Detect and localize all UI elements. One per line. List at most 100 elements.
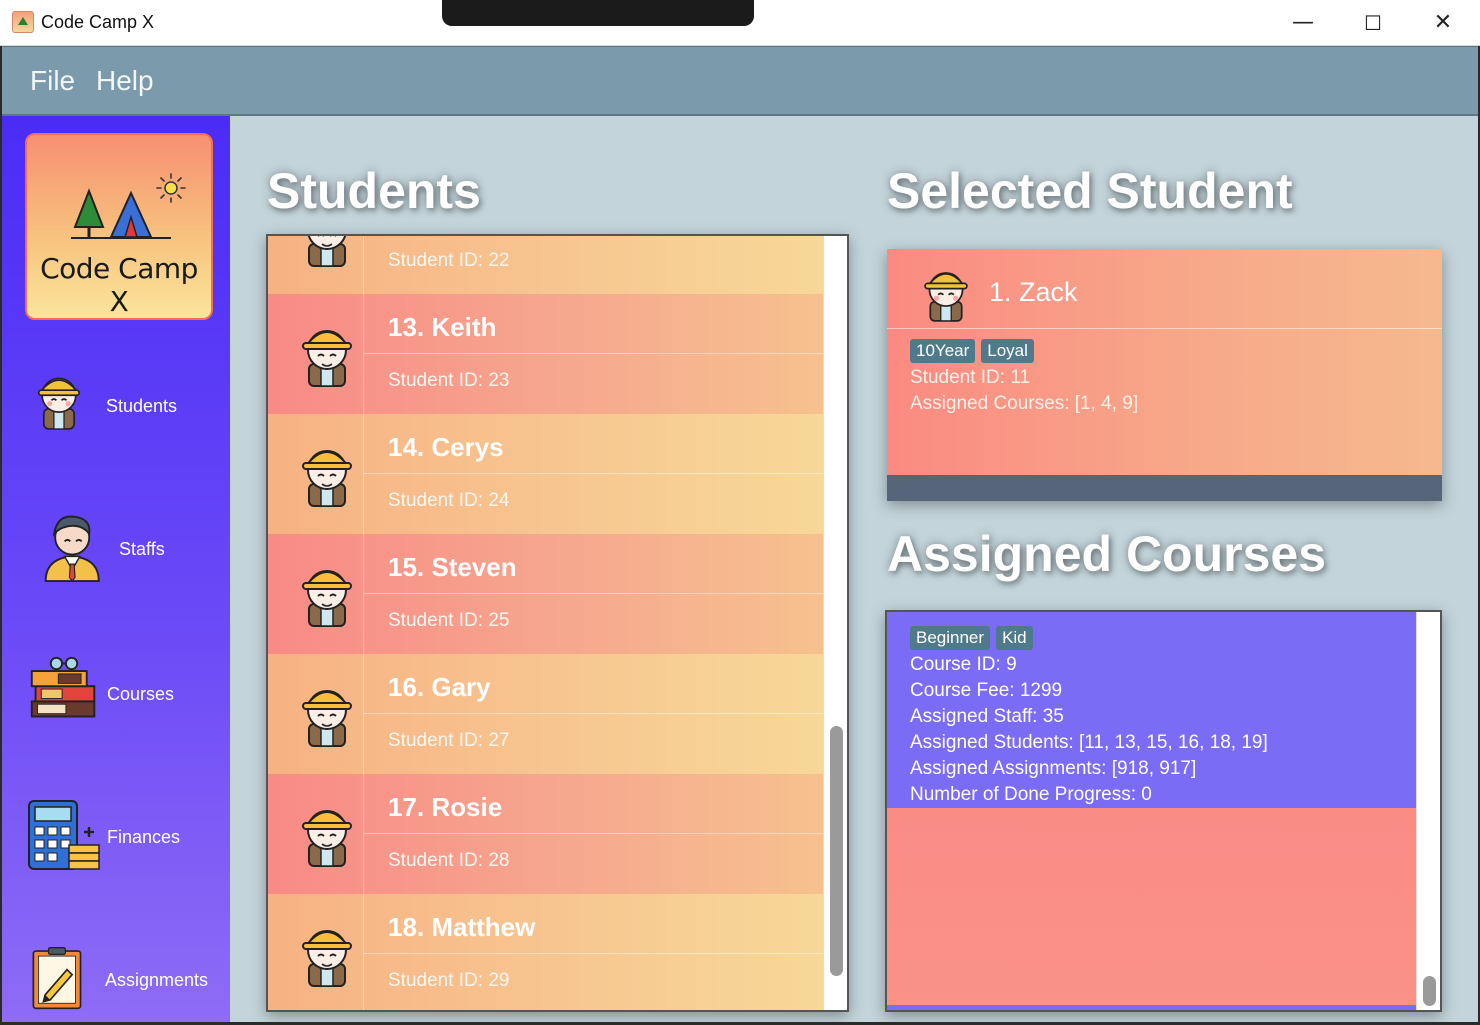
- logo-card: Code Camp X: [25, 133, 213, 320]
- close-button[interactable]: ✕: [1408, 0, 1478, 46]
- course-id: Course ID: 9: [910, 654, 1017, 675]
- student-name: 17. Rosie: [388, 792, 503, 822]
- nav-students[interactable]: Students: [2, 366, 230, 466]
- student-id: Student ID: 25: [388, 610, 510, 631]
- nav-finances[interactable]: Finances: [2, 797, 230, 897]
- student-avatar-icon: [302, 330, 352, 387]
- student-id: Student ID: 29: [388, 970, 510, 991]
- divider: [363, 654, 364, 774]
- menu-help[interactable]: Help: [96, 65, 154, 97]
- nav-staffs[interactable]: Staffs: [2, 509, 230, 609]
- selected-student-id: Student ID: 11: [910, 367, 1031, 388]
- app-icon: [12, 11, 34, 33]
- tag: Kid: [996, 626, 1033, 650]
- student-row[interactable]: 15. Steven Student ID: 25: [268, 534, 825, 654]
- student-avatar-icon: [302, 930, 352, 987]
- menu-bar: File Help: [2, 46, 1478, 116]
- student-id: Student ID: 24: [388, 490, 510, 511]
- assigned-courses-list[interactable]: Beginner Kid Course ID: 9 Course Fee: 129…: [885, 610, 1442, 1012]
- course-tags: Beginner Kid: [910, 626, 1039, 650]
- staff-icon: [44, 515, 100, 583]
- student-list[interactable]: Student ID: 22 13. Keith Student ID: 23 14.…: [266, 234, 849, 1012]
- menu-file[interactable]: File: [30, 65, 75, 97]
- divider: [364, 713, 825, 714]
- selected-student-title: Selected Student: [887, 163, 1293, 219]
- courses-scrollbar[interactable]: [1416, 612, 1440, 1010]
- student-row[interactable]: 14. Cerys Student ID: 24: [268, 414, 825, 534]
- student-list-scrollbar[interactable]: [823, 236, 847, 1010]
- student-row[interactable]: Student ID: 22: [268, 236, 825, 294]
- student-id: Student ID: 22: [388, 250, 510, 271]
- student-avatar-icon: [302, 570, 352, 627]
- student-name: 15. Steven: [388, 552, 517, 582]
- course-done-progress: Number of Done Progress: 0: [910, 784, 1152, 805]
- student-id: Student ID: 27: [388, 730, 510, 751]
- books-icon: [30, 656, 96, 718]
- student-avatar-icon: [302, 450, 352, 507]
- camera-notch: [442, 0, 754, 26]
- selected-student-tags: 10Year Loyal: [910, 339, 1040, 363]
- course-assignments: Assigned Assignments: [918, 917]: [910, 758, 1197, 779]
- student-row[interactable]: 16. Gary Student ID: 27: [268, 654, 825, 774]
- nav-assignments-label: Assignments: [105, 970, 209, 990]
- logo-text: Code Camp X: [40, 252, 198, 318]
- nav-assignments[interactable]: Assignments: [2, 940, 230, 1025]
- tag: Beginner: [910, 626, 991, 650]
- divider: [363, 774, 364, 894]
- selected-student-name: 1. Zack: [989, 277, 1078, 307]
- course-students: Assigned Students: [11, 13, 15, 16, 18, …: [910, 732, 1268, 753]
- student-id: Student ID: 28: [388, 850, 510, 871]
- nav-staffs-label: Staffs: [119, 539, 165, 559]
- student-row[interactable]: 13. Keith Student ID: 23: [268, 294, 825, 414]
- tag: 10Year: [910, 339, 976, 363]
- title-bar: Code Camp X — ☐ ✕: [0, 0, 1480, 46]
- divider: [363, 534, 364, 654]
- student-name: 13. Keith: [388, 312, 497, 342]
- divider: [363, 894, 364, 1010]
- students-title: Students: [267, 163, 481, 219]
- calculator-icon: [28, 800, 100, 870]
- nav-courses-label: Courses: [107, 684, 175, 704]
- student-avatar-icon: [307, 236, 347, 267]
- divider: [887, 328, 1442, 329]
- nav-finances-label: Finances: [107, 827, 181, 847]
- divider: [364, 953, 825, 954]
- nav-courses[interactable]: Courses: [2, 654, 230, 754]
- course-fee: Course Fee: 1299: [910, 680, 1063, 701]
- student-id: Student ID: 23: [388, 370, 510, 391]
- window-title: Code Camp X: [41, 12, 155, 32]
- sidebar: Code Camp X Students Staffs Courses Fina…: [2, 116, 230, 1022]
- selected-student-card: 1. Zack 10Year Loyal Student ID: 11 Assig…: [887, 249, 1442, 501]
- divider: [364, 833, 825, 834]
- maximize-button[interactable]: ☐: [1338, 0, 1408, 46]
- student-avatar-icon: [302, 690, 352, 747]
- divider: [364, 593, 825, 594]
- tag: Loyal: [981, 339, 1034, 363]
- clipboard-icon: [32, 947, 82, 1010]
- assigned-courses-title: Assigned Courses: [887, 526, 1327, 582]
- course-staff: Assigned Staff: 35: [910, 706, 1064, 727]
- tents-icon: [71, 188, 171, 239]
- course-card[interactable]: Beginner Kid Course ID: 9 Course Fee: 129…: [887, 612, 1418, 808]
- student-row[interactable]: 18. Matthew Student ID: 29: [268, 894, 825, 1010]
- divider: [364, 473, 825, 474]
- student-name: 18. Matthew: [388, 912, 536, 942]
- divider: [364, 353, 825, 354]
- student-name: 16. Gary: [388, 672, 491, 702]
- selected-student-courses: Assigned Courses: [1, 4, 9]: [910, 393, 1139, 414]
- student-row[interactable]: 17. Rosie Student ID: 28: [268, 774, 825, 894]
- student-avatar-icon: [924, 272, 968, 322]
- selected-student-footer: [887, 475, 1442, 501]
- divider: [363, 236, 364, 294]
- student-list-rows: Student ID: 22 13. Keith Student ID: 23 14.…: [268, 236, 825, 1010]
- student-icon: [37, 377, 80, 430]
- minimize-button[interactable]: —: [1268, 0, 1338, 46]
- course-next-edge: [887, 1005, 1418, 1010]
- nav-students-label: Students: [106, 396, 178, 416]
- student-name: 14. Cerys: [388, 432, 504, 462]
- courses-scroll-thumb[interactable]: [1423, 976, 1436, 1006]
- student-avatar-icon: [302, 810, 352, 867]
- divider: [363, 414, 364, 534]
- divider: [363, 294, 364, 414]
- student-list-scroll-thumb[interactable]: [830, 726, 843, 976]
